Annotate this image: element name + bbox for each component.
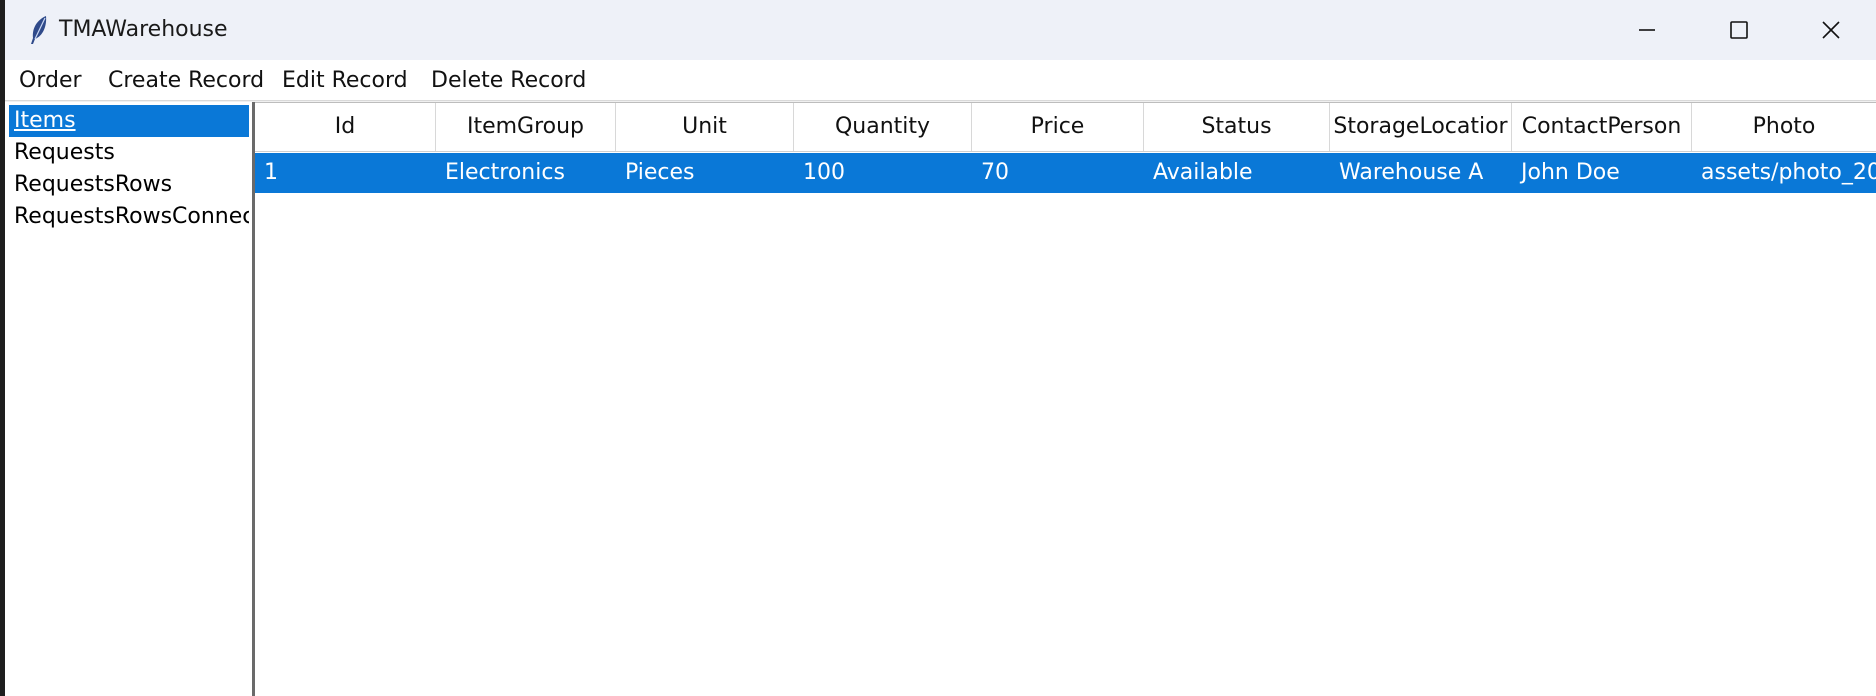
list-item-requests[interactable]: Requests [9, 137, 249, 169]
column-header-photo[interactable]: Photo [1692, 103, 1876, 151]
cell-contactperson: John Doe [1521, 160, 1620, 185]
cell-id: 1 [264, 160, 278, 185]
column-header-itemgroup[interactable]: ItemGroup [436, 103, 616, 151]
menu-order[interactable]: Order [17, 68, 84, 93]
table-list[interactable]: Items Requests RequestsRows RequestsRows… [5, 102, 255, 696]
table-row[interactable]: 1 Electronics Pieces 100 70 Available Wa… [255, 153, 1876, 193]
cell-storagelocation: Warehouse A [1339, 160, 1484, 185]
window-title: TMAWarehouse [59, 17, 228, 42]
column-header-status[interactable]: Status [1144, 103, 1330, 151]
list-item-requestsrows[interactable]: RequestsRows [9, 169, 249, 201]
title-bar[interactable]: TMAWarehouse [5, 0, 1876, 60]
menu-create-record[interactable]: Create Record [106, 68, 266, 93]
cell-status: Available [1153, 160, 1253, 185]
close-button[interactable] [1785, 0, 1876, 60]
column-header-storagelocation[interactable]: StorageLocatior [1330, 103, 1512, 151]
column-header-quantity[interactable]: Quantity [794, 103, 972, 151]
menu-delete-record[interactable]: Delete Record [429, 68, 588, 93]
data-table[interactable]: Id ItemGroup Unit Quantity Price Status … [255, 102, 1876, 696]
list-item-requestsrowsconnect[interactable]: RequestsRowsConnect [9, 201, 249, 233]
cell-quantity: 100 [803, 160, 845, 185]
cell-photo: assets/photo_20 [1701, 160, 1876, 185]
feather-icon [27, 14, 51, 46]
maximize-icon [1730, 21, 1748, 39]
column-header-price[interactable]: Price [972, 103, 1144, 151]
app-window: TMAWarehouse Order Create Record Edit Re… [5, 0, 1876, 696]
column-header-unit[interactable]: Unit [616, 103, 794, 151]
minimize-button[interactable] [1601, 0, 1693, 60]
close-icon [1822, 21, 1840, 39]
menu-bar: Order Create Record Edit Record Delete R… [5, 60, 1876, 101]
column-header-id[interactable]: Id [255, 103, 436, 151]
column-header-contactperson[interactable]: ContactPerson [1512, 103, 1692, 151]
maximize-button[interactable] [1693, 0, 1785, 60]
cell-price: 70 [981, 160, 1009, 185]
menu-edit-record[interactable]: Edit Record [280, 68, 410, 93]
minimize-icon [1639, 29, 1655, 31]
list-item-items[interactable]: Items [9, 105, 249, 137]
cell-itemgroup: Electronics [445, 160, 565, 185]
table-header: Id ItemGroup Unit Quantity Price Status … [255, 103, 1876, 152]
cell-unit: Pieces [625, 160, 695, 185]
